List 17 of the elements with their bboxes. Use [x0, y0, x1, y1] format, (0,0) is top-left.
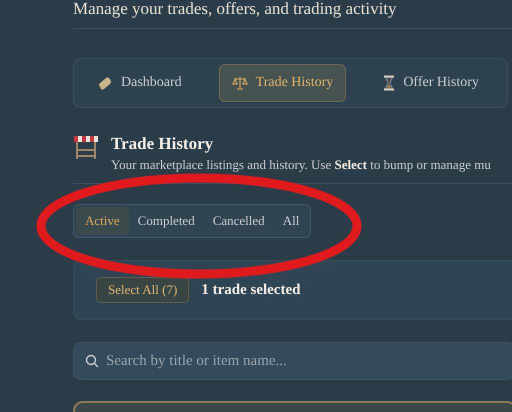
search-field[interactable]: Search by title or item name... [73, 342, 512, 380]
filter-tab[interactable]: All [274, 207, 308, 235]
selection-status: 1 trade selected [201, 282, 300, 298]
nav-tab[interactable]: Trade History [218, 64, 346, 102]
nav-tab[interactable]: Dashboard [84, 64, 195, 102]
section-title: Trade History [111, 134, 214, 154]
hourglass-icon [383, 75, 396, 91]
scales-icon [232, 75, 248, 91]
select-all-button[interactable]: Select All (7) [96, 277, 190, 303]
section-description: Your marketplace listings and history. Use Select to bump or manage mu [111, 157, 491, 173]
filter-tab[interactable]: Cancelled [204, 207, 274, 235]
market-stall-icon [73, 134, 99, 160]
nav-tab[interactable]: Offer History [370, 64, 492, 102]
page-subtitle: Manage your trades, offers, and trading activity [73, 0, 398, 20]
filter-tab[interactable]: Active [76, 207, 129, 235]
filter-tab[interactable]: Completed [128, 207, 204, 235]
bar-icon [97, 75, 113, 91]
